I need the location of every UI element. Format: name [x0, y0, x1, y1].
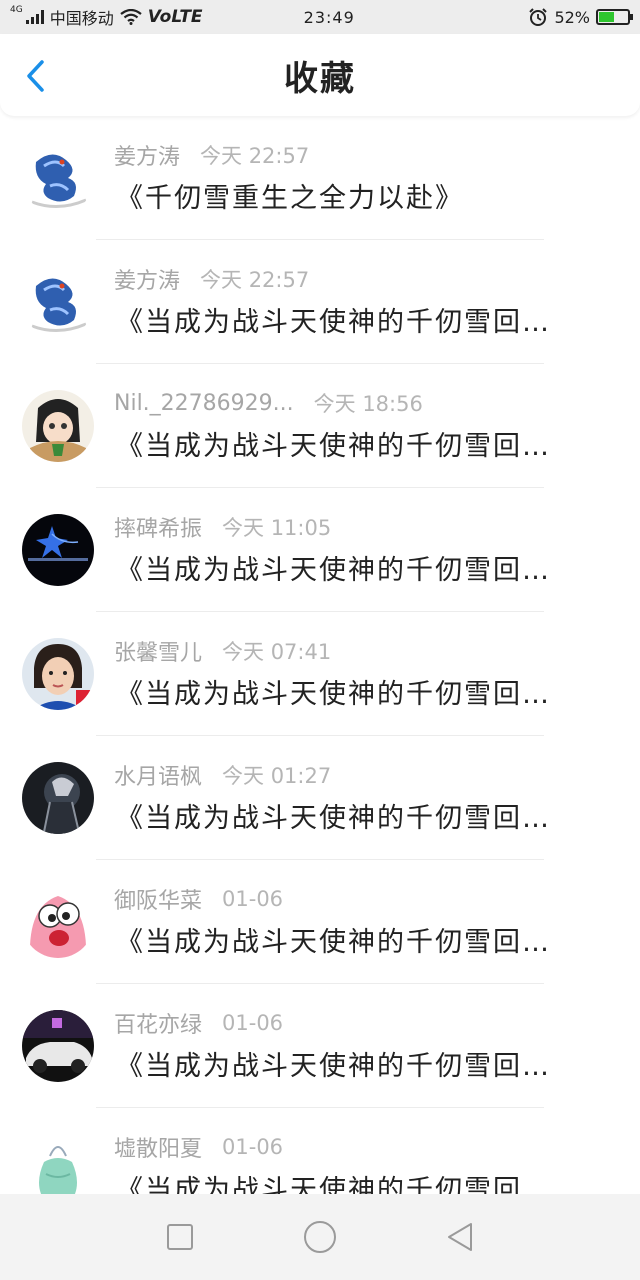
item-meta: 摔碑希振 今天 11:05: [114, 512, 331, 542]
item-time: 01-06: [222, 887, 284, 911]
item-time: 今天 07:41: [222, 640, 332, 664]
wifi-icon: [120, 9, 142, 25]
item-title: 《千仞雪重生之全力以赴》: [116, 183, 464, 214]
favorite-item[interactable]: 墟散阳夏 01-06 《当成为战斗天使神的千仞雪回: [0, 1108, 640, 1194]
favorite-item[interactable]: 御阪华菜 01-06 《当成为战斗天使神的千仞雪回…: [0, 860, 640, 984]
item-time: 今天 22:57: [200, 268, 310, 292]
favorite-item[interactable]: 摔碑希振 今天 11:05 《当成为战斗天使神的千仞雪回…: [0, 488, 640, 612]
sender-name: 姜方涛: [114, 145, 181, 170]
item-meta: Nil._22786929... 今天 18:56: [114, 388, 423, 418]
item-meta: 水月语枫 今天 01:27: [114, 760, 331, 790]
item-meta: 姜方涛 今天 22:57: [114, 140, 309, 170]
avatar[interactable]: [22, 142, 94, 214]
item-title: 《当成为战斗天使神的千仞雪回…: [116, 679, 551, 710]
status-bar: 4G 中国移动 VoLTE 23:49 52%: [0, 0, 640, 34]
chevron-left-icon: [27, 60, 44, 92]
sender-name: 姜方涛: [114, 269, 181, 294]
home-button[interactable]: [290, 1207, 350, 1267]
battery-level: [599, 12, 614, 22]
back-nav-button[interactable]: [430, 1207, 490, 1267]
favorite-item[interactable]: Nil._22786929... 今天 18:56 《当成为战斗天使神的千仞雪回…: [0, 364, 640, 488]
signal-icon: [25, 10, 44, 24]
network-type: 4G: [10, 5, 23, 15]
item-title: 《当成为战斗天使神的千仞雪回: [116, 1175, 522, 1194]
item-meta: 百花亦绿 01-06: [114, 1008, 283, 1038]
alarm-icon: [529, 8, 548, 26]
item-time: 今天 01:27: [222, 764, 332, 788]
item-title: 《当成为战斗天使神的千仞雪回…: [116, 927, 551, 958]
favorite-item[interactable]: 姜方涛 今天 22:57 《千仞雪重生之全力以赴》: [0, 116, 640, 240]
favorite-item[interactable]: 百花亦绿 01-06 《当成为战斗天使神的千仞雪回…: [0, 984, 640, 1108]
battery-icon: [596, 9, 633, 25]
item-time: 01-06: [222, 1011, 284, 1035]
clock: 23:49: [303, 7, 355, 27]
item-title: 《当成为战斗天使神的千仞雪回…: [116, 307, 551, 338]
carrier-name: 中国移动: [49, 9, 114, 28]
recent-apps-button[interactable]: [150, 1207, 210, 1267]
item-meta: 张馨雪儿 今天 07:41: [114, 636, 331, 666]
sender-name: 水月语枫: [114, 765, 203, 790]
sender-name: 百花亦绿: [114, 1013, 203, 1038]
volte-label: VoLTE: [147, 7, 203, 27]
sender-name: 摔碑希振: [114, 517, 203, 542]
avatar[interactable]: [22, 266, 94, 338]
favorites-list: 姜方涛 今天 22:57 《千仞雪重生之全力以赴》 姜方涛 今天 22:57 《当成为战斗…: [0, 116, 640, 1194]
circle-icon: [304, 1221, 336, 1253]
sender-name: 墟散阳夏: [114, 1137, 203, 1162]
avatar[interactable]: [22, 1010, 94, 1082]
avatar[interactable]: [22, 390, 94, 462]
avatar[interactable]: [22, 762, 94, 834]
item-title: 《当成为战斗天使神的千仞雪回…: [116, 1051, 551, 1082]
sender-name: 张馨雪儿: [114, 641, 203, 666]
item-title: 《当成为战斗天使神的千仞雪回…: [116, 803, 551, 834]
status-left: 4G 中国移动 VoLTE: [10, 5, 240, 29]
item-time: 今天 18:56: [313, 392, 423, 416]
favorite-item[interactable]: 张馨雪儿 今天 07:41 《当成为战斗天使神的千仞雪回…: [0, 612, 640, 736]
header: 收藏: [0, 34, 640, 116]
item-time: 01-06: [222, 1135, 284, 1159]
sender-name: Nil._22786929...: [114, 390, 294, 416]
item-meta: 御阪华菜 01-06: [114, 884, 283, 914]
item-meta: 姜方涛 今天 22:57: [114, 264, 309, 294]
favorite-item[interactable]: 姜方涛 今天 22:57 《当成为战斗天使神的千仞雪回…: [0, 240, 640, 364]
battery-percent: 52%: [554, 7, 590, 27]
avatar[interactable]: [22, 638, 94, 710]
page-title: 收藏: [284, 58, 356, 99]
navigation-bar: [0, 1194, 640, 1280]
avatar[interactable]: [22, 514, 94, 586]
item-title: 《当成为战斗天使神的千仞雪回…: [116, 431, 551, 462]
item-time: 今天 11:05: [222, 516, 332, 540]
back-button[interactable]: [18, 56, 52, 96]
triangle-icon: [448, 1223, 472, 1251]
avatar[interactable]: [22, 886, 94, 958]
item-title: 《当成为战斗天使神的千仞雪回…: [116, 555, 551, 586]
status-right: 52%: [528, 7, 633, 27]
square-icon: [167, 1224, 193, 1250]
item-time: 今天 22:57: [200, 144, 310, 168]
sender-name: 御阪华菜: [114, 889, 203, 914]
avatar[interactable]: [22, 1134, 94, 1194]
item-meta: 墟散阳夏 01-06: [114, 1132, 283, 1162]
favorite-item[interactable]: 水月语枫 今天 01:27 《当成为战斗天使神的千仞雪回…: [0, 736, 640, 860]
